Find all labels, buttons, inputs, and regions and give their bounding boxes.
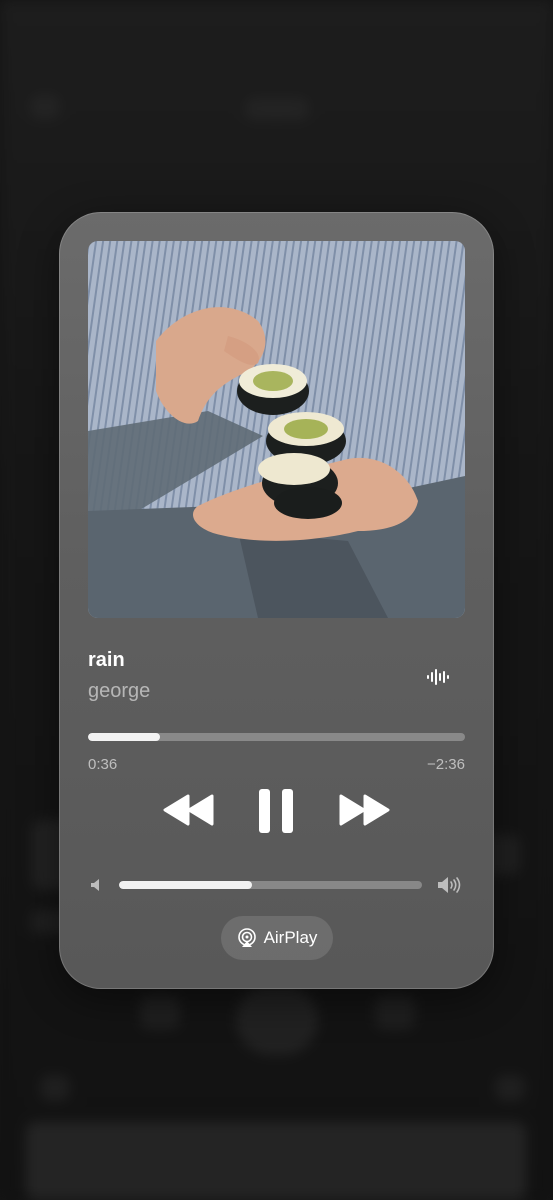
playback-progress-fill: [88, 733, 160, 741]
airplay-label: AirPlay: [263, 928, 318, 947]
pause-button[interactable]: [257, 788, 295, 834]
waveform-icon[interactable]: [426, 668, 452, 686]
pause-icon: [259, 789, 293, 833]
speaker-high-icon: [437, 876, 463, 894]
fast-forward-button[interactable]: [338, 794, 390, 826]
remaining-time: −2:36: [427, 756, 465, 773]
playback-progress-bar[interactable]: [88, 733, 465, 741]
speaker-low-icon: [90, 878, 104, 892]
volume-slider[interactable]: [119, 881, 422, 889]
album-artwork[interactable]: [88, 241, 465, 618]
track-artist[interactable]: george: [88, 680, 150, 703]
track-title: rain: [88, 649, 125, 671]
airplay-icon: [237, 928, 256, 947]
rewind-icon: [163, 794, 214, 826]
fast-forward-icon: [339, 794, 390, 826]
volume-slider-fill: [119, 881, 253, 889]
now-playing-card: rain george 0:36 −2:36 AirPlay: [59, 212, 494, 989]
rewind-button[interactable]: [163, 794, 215, 826]
elapsed-time: 0:36: [88, 756, 118, 773]
airplay-button[interactable]: AirPlay: [221, 916, 333, 960]
